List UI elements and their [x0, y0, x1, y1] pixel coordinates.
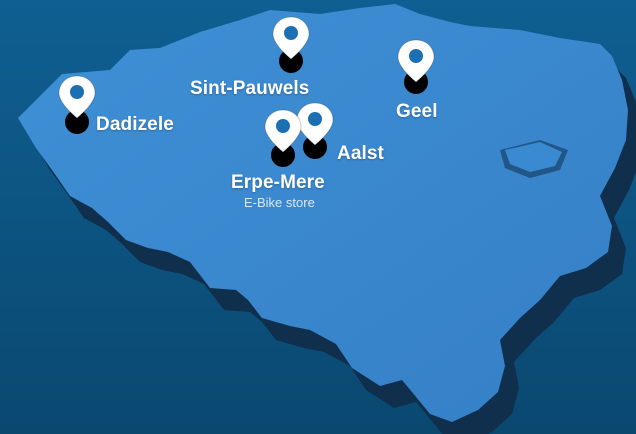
location-label-geel[interactable]: Geel — [396, 101, 438, 123]
location-label-sint-pauwels[interactable]: Sint-Pauwels — [190, 78, 309, 100]
map-pin-icon — [264, 109, 302, 167]
belgium-map-graphic — [0, 0, 636, 434]
location-sublabel-erpe-mere: E-Bike store — [244, 195, 315, 210]
location-pin-sint-pauwels[interactable] — [271, 15, 317, 77]
store-locator-map: Dadizele Sint-Pauwels Geel Aalst Erpe-Me… — [0, 0, 636, 434]
map-pin-icon — [272, 16, 310, 73]
location-label-erpe-mere[interactable]: Erpe-Mere — [231, 172, 325, 194]
map-pin-icon — [397, 39, 435, 94]
location-pin-erpe-mere[interactable] — [263, 108, 309, 170]
location-pin-geel[interactable] — [396, 38, 442, 100]
location-label-dadizele[interactable]: Dadizele — [96, 114, 174, 136]
location-label-aalst[interactable]: Aalst — [337, 143, 384, 165]
